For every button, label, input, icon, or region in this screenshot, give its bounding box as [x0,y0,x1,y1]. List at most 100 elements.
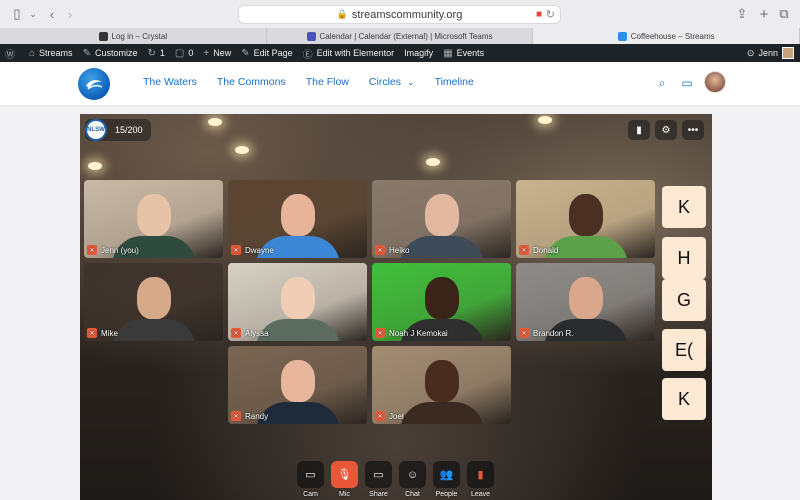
url-text: streamscommunity.org [351,8,463,21]
search-icon[interactable]: ⊙ [743,44,759,62]
nav-item-label: Circles [368,76,402,88]
participant-video [399,402,484,424]
new-tab-icon[interactable]: + [758,6,770,23]
mic-control[interactable]: 🎙 Mic [331,461,358,498]
meeting-controls: ▭ Cam 🎙 Mic ▭ Share ☺ Chat 👥 People ▮ Leave [297,461,494,498]
participant-name: Randy [245,411,269,421]
browser-tab[interactable]: Calendar | Calendar (External) | Microso… [267,28,534,44]
ceiling-light [426,158,440,166]
letter-tile[interactable]: K [662,186,706,228]
room-badge[interactable]: NLSW 15/200 [85,119,151,141]
participant-tile[interactable]: ✕ Donald [516,180,655,258]
sidebar-toggle-icon[interactable]: ▯ [10,6,24,22]
admin-bar-item[interactable]: ▦ Events [438,44,489,62]
leave-control[interactable]: ▮ Leave [467,461,494,498]
cam-control[interactable]: ▭ Cam [297,461,324,498]
participant-tile[interactable]: ✕ Mike [84,263,223,341]
nav-item[interactable]: Timeline [435,76,474,88]
participant-name-tag: ✕ Mike [87,328,118,338]
meeting-top-controls: ▮ ⚙ ••• [628,120,704,140]
mic-muted-icon[interactable]: 🎙 [331,461,358,488]
camera-icon[interactable]: ▭ [297,461,324,488]
participant-name: Alyssa [245,328,269,338]
share-screen-icon[interactable]: ▭ [365,461,392,488]
stats-icon[interactable]: ▮ [628,120,650,140]
ceiling-light [208,118,222,126]
settings-gear-icon[interactable]: ⚙ [655,120,677,140]
admin-bar-item[interactable]: ▢ 0 [170,44,198,62]
browser-tab[interactable]: Log in – Crystal [0,28,267,44]
mic-muted-icon: ✕ [375,328,385,338]
share-icon[interactable]: ⇪ [736,6,748,22]
url-bar[interactable]: 🔒 streamscommunity.org ■ ↻ [238,5,561,24]
wordpress-icon: Ⓦ [5,49,15,61]
admin-bar-item[interactable]: ✎ Edit Page [236,44,297,62]
tab-overview-icon[interactable]: ⧉ [778,6,790,22]
participant-face [280,360,315,403]
participant-count: 15/200 [115,125,143,135]
chat-control[interactable]: ☺ Chat [399,461,426,498]
letter-tile[interactable]: G [662,279,706,321]
participant-tile[interactable]: ✕ Alyssa [228,263,367,341]
participant-tile[interactable]: ✕ Jenn (you) [84,180,223,258]
camera-active-icon[interactable]: ■ [536,9,542,20]
admin-bar-item[interactable]: ⌂ Streams [24,44,78,62]
search-icon[interactable]: ⌕ [659,76,666,91]
forward-icon[interactable]: › [64,6,76,22]
people-icon[interactable]: 👥 [433,461,460,488]
letter-tile[interactable]: H [662,237,706,279]
people-control[interactable]: 👥 People [433,461,460,498]
site-logo[interactable] [78,68,110,100]
reload-icon[interactable]: ↻ [546,8,555,21]
admin-bar-item[interactable]: ↻ 1 [142,44,169,62]
admin-user-name: Jenn [758,48,778,58]
participant-tile[interactable]: ✕ Randy [228,346,367,424]
lock-icon: 🔒 [336,9,348,19]
participant-tile[interactable]: ✕ Noah J Kemokai [372,263,511,341]
participant-face [568,194,603,237]
control-label: Cam [303,491,318,498]
participant-tile[interactable]: ✕ Dwayne [228,180,367,258]
back-icon[interactable]: ‹ [46,6,58,22]
ceiling-light [88,162,102,170]
admin-bar-label: Edit Page [253,48,293,58]
nav-item[interactable]: Circles ⌄ [369,76,415,88]
letter-tile[interactable]: E( [662,329,706,371]
admin-bar-item[interactable]: + New [198,44,236,62]
admin-bar-item[interactable]: Ⓔ Edit with Elementor [298,44,400,62]
admin-bar-item[interactable]: Ⓦ [0,44,24,62]
participant-tile[interactable]: ✕ Heiko [372,180,511,258]
leave-icon[interactable]: ▮ [467,461,494,488]
ceiling-light [235,146,249,154]
participant-name-tag: ✕ Joel [375,411,404,421]
admin-bar-label: Streams [39,48,73,58]
nav-item[interactable]: The Commons [217,76,286,88]
nav-item-label: Timeline [434,76,474,88]
admin-bar-label: New [213,48,232,58]
more-options-icon[interactable]: ••• [682,120,704,140]
nav-item[interactable]: The Waters [143,76,197,88]
messages-icon[interactable]: ▭ [681,76,692,91]
wave-logo-icon [86,80,103,90]
letter-tile[interactable]: K [662,378,706,420]
admin-bar-item[interactable]: ✎ Customize [78,44,143,62]
user-avatar[interactable] [704,71,726,93]
chevron-down-icon[interactable]: ⌄ [28,6,38,22]
participant-tile[interactable]: ✕ Brandon R. [516,263,655,341]
home-icon: ⌂ [29,47,36,59]
participant-name: Jenn (you) [101,245,139,255]
admin-bar-item[interactable]: Imagify [399,44,438,62]
browser-tab[interactable]: Coffeehouse – Streams [533,28,800,44]
events-icon: ▦ [443,47,453,59]
tab-label: Log in – Crystal [111,31,168,41]
admin-user[interactable]: ⊙ Jenn [743,44,800,62]
chat-icon[interactable]: ☺ [399,461,426,488]
share-control[interactable]: ▭ Share [365,461,392,498]
participant-video [111,319,196,341]
admin-bar-label: Customize [94,48,138,58]
participant-face [424,194,459,237]
nav-item[interactable]: The Flow [306,76,349,88]
mic-muted-icon: ✕ [231,245,241,255]
control-label: Chat [405,491,420,498]
participant-tile[interactable]: ✕ Joel [372,346,511,424]
